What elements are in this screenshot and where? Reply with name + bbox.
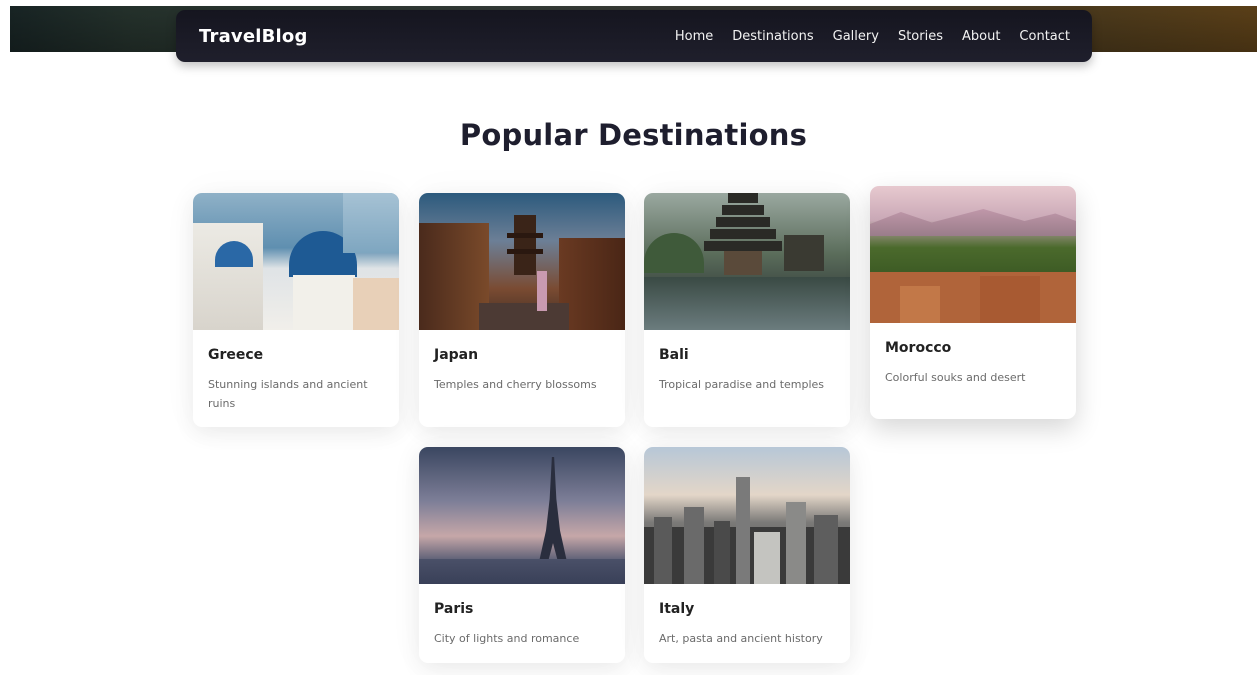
nav-link-stories[interactable]: Stories <box>898 29 943 44</box>
destination-card-greece[interactable]: Greece Stunning islands and ancient ruin… <box>193 193 399 427</box>
destination-card-paris[interactable]: Paris City of lights and romance <box>419 447 625 663</box>
destination-card-japan[interactable]: Japan Temples and cherry blossoms <box>419 193 625 427</box>
destination-name: Bali <box>659 347 689 363</box>
destination-image-paris <box>419 447 625 584</box>
destination-name: Japan <box>434 347 479 363</box>
nav-link-contact[interactable]: Contact <box>1019 29 1070 44</box>
destination-card-bali[interactable]: Bali Tropical paradise and temples <box>644 193 850 427</box>
destination-image-italy <box>644 447 850 584</box>
nav-links: Home Destinations Gallery Stories About … <box>675 29 1070 44</box>
destination-image-morocco <box>870 186 1076 323</box>
destination-name: Paris <box>434 601 474 617</box>
destination-description: Art, pasta and ancient history <box>659 632 823 645</box>
destination-description: Tropical paradise and temples <box>659 378 825 391</box>
destination-name: Morocco <box>885 340 952 356</box>
brand-logo[interactable]: TravelBlog <box>199 26 308 47</box>
nav-link-home[interactable]: Home <box>675 29 713 44</box>
destination-card-morocco[interactable]: Morocco Colorful souks and desert <box>870 186 1076 419</box>
destination-image-greece <box>193 193 399 330</box>
destination-description: Colorful souks and desert <box>885 371 1026 384</box>
destination-description: City of lights and romance <box>434 632 580 645</box>
nav-link-gallery[interactable]: Gallery <box>833 29 879 44</box>
destination-description: Temples and cherry blossoms <box>434 378 597 391</box>
destination-description: Stunning islands and ancient ruins <box>208 378 368 410</box>
destination-card-italy[interactable]: Italy Art, pasta and ancient history <box>644 447 850 663</box>
top-navigation: TravelBlog Home Destinations Gallery Sto… <box>176 10 1092 62</box>
destination-name: Greece <box>208 347 264 363</box>
destination-image-bali <box>644 193 850 330</box>
destination-name: Italy <box>659 601 695 617</box>
nav-link-destinations[interactable]: Destinations <box>732 29 813 44</box>
nav-link-about[interactable]: About <box>962 29 1000 44</box>
page-title: Popular Destinations <box>459 118 808 152</box>
destination-image-japan <box>419 193 625 330</box>
